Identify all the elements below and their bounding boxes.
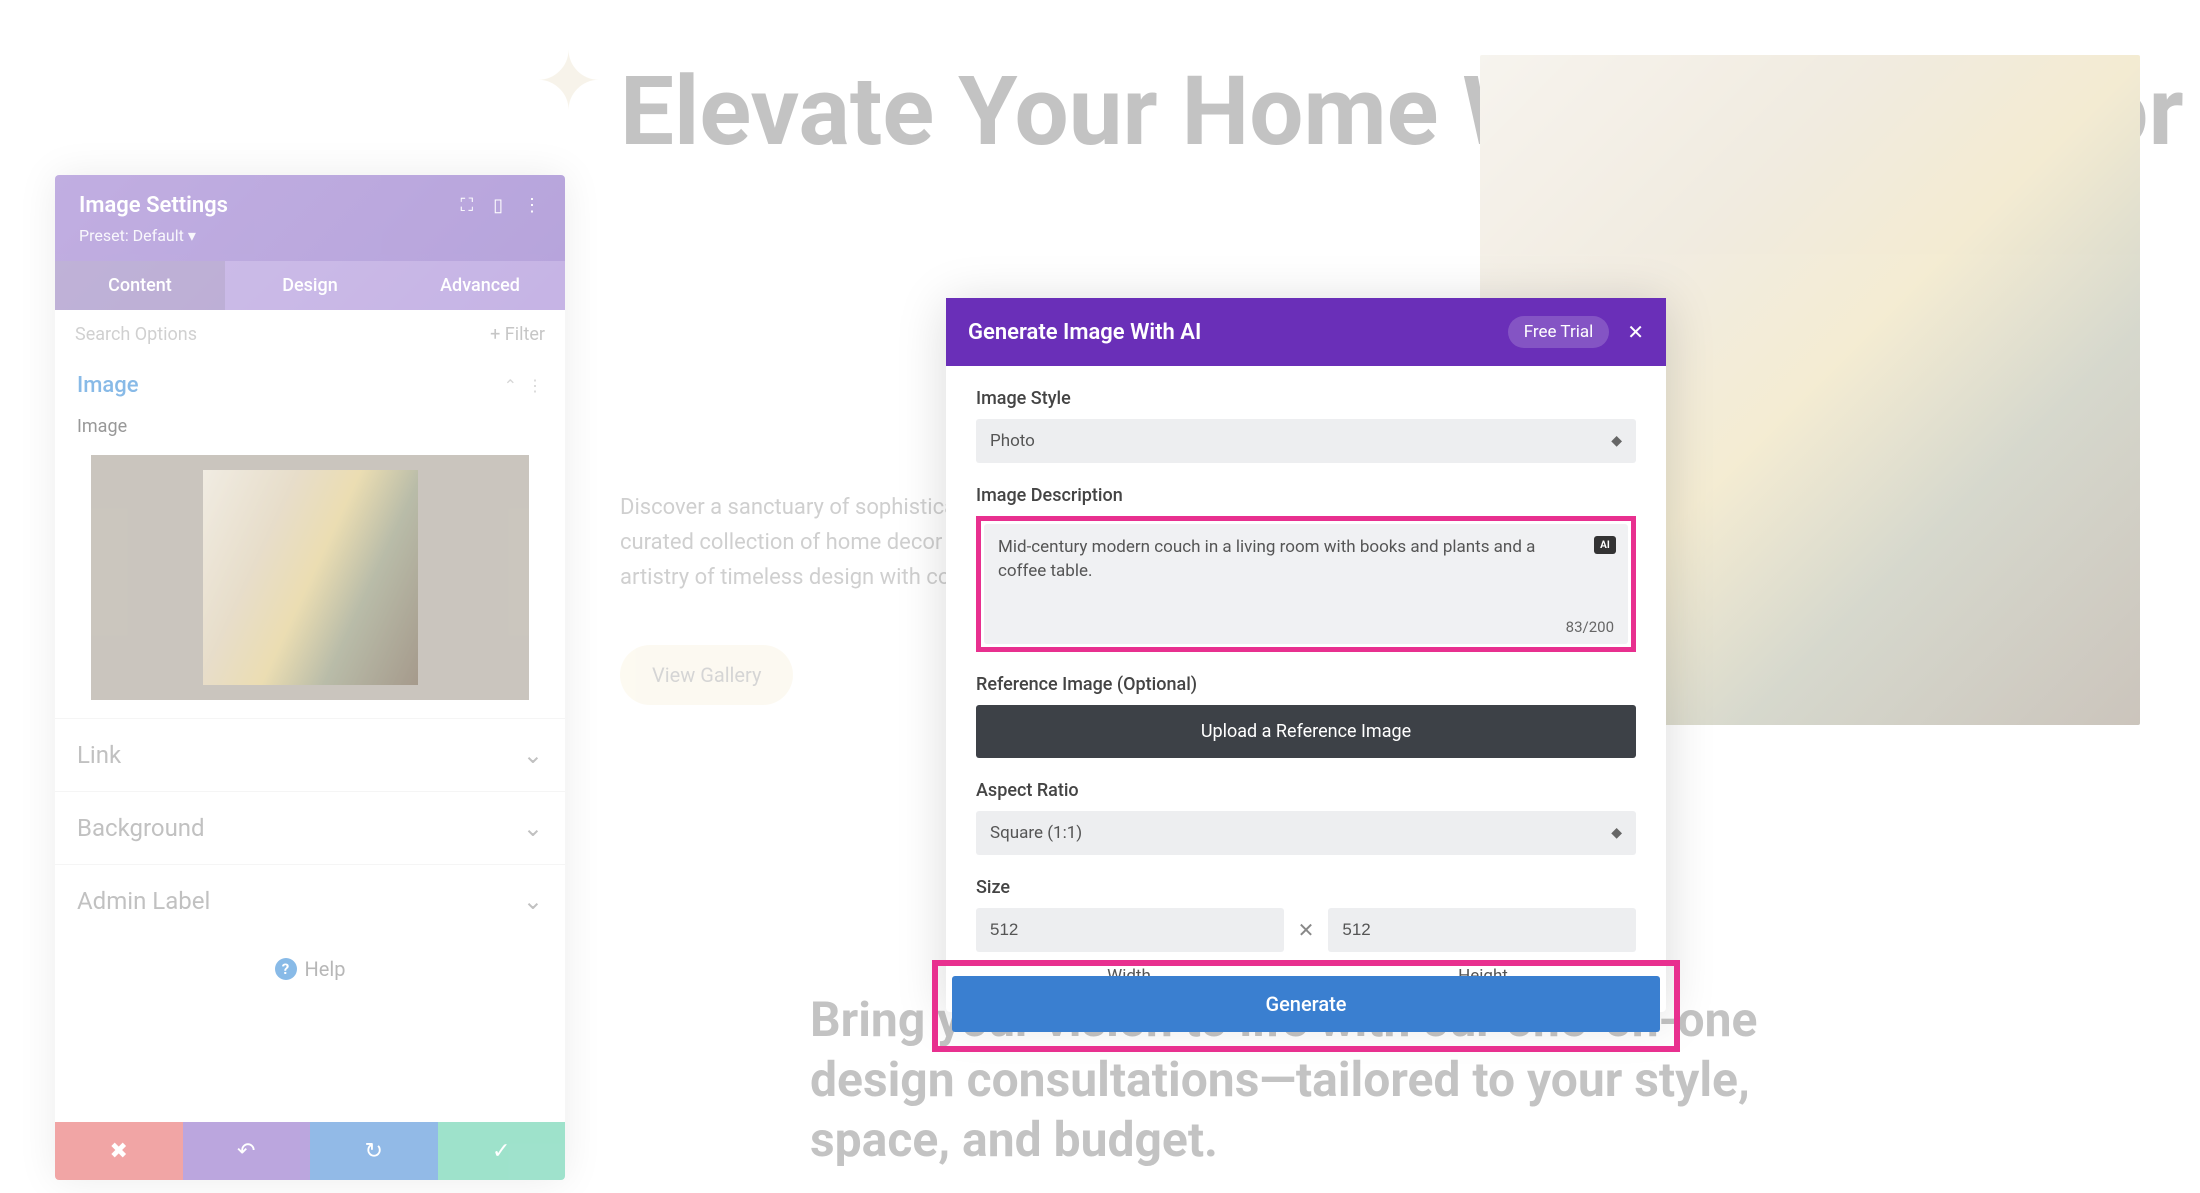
filter-button[interactable]: + Filter (490, 324, 545, 345)
expand-icon[interactable]: ⛶ (460, 195, 473, 216)
image-field-label: Image (55, 412, 565, 447)
image-style-label: Image Style (976, 388, 1636, 409)
kebab-icon[interactable]: ⋮ (523, 195, 541, 216)
undo-button[interactable]: ↶ (183, 1122, 311, 1180)
image-description-label: Image Description (976, 485, 1636, 506)
image-description-textarea[interactable]: Mid-century modern couch in a living roo… (984, 524, 1628, 644)
image-style-select[interactable]: Photo (976, 419, 1636, 463)
size-label: Size (976, 877, 1636, 898)
chevron-down-icon: ⌄ (523, 741, 543, 769)
reference-image-label: Reference Image (Optional) (976, 674, 1636, 695)
chevron-down-icon: ⌄ (523, 814, 543, 842)
preset-selector[interactable]: Preset: Default ▾ (79, 226, 541, 245)
generate-highlight: Generate (932, 960, 1680, 1052)
hero-title: Elevate Your Home With Divi Interior (620, 60, 2184, 166)
aspect-ratio-label: Aspect Ratio (976, 780, 1636, 801)
section-image-toggle[interactable]: Image (77, 373, 139, 398)
image-preview[interactable] (91, 455, 529, 700)
trial-badge: Free Trial (1508, 316, 1610, 348)
save-button[interactable]: ✓ (438, 1122, 566, 1180)
close-icon[interactable]: ✕ (1627, 320, 1644, 344)
generate-button[interactable]: Generate (952, 976, 1660, 1032)
tab-design[interactable]: Design (225, 261, 395, 310)
view-gallery-button[interactable]: View Gallery (620, 645, 793, 705)
section-admin-label[interactable]: Admin Label⌄ (55, 864, 565, 937)
help-link[interactable]: ?Help (55, 937, 565, 1001)
section-background[interactable]: Background⌄ (55, 791, 565, 864)
tab-advanced[interactable]: Advanced (395, 261, 565, 310)
upload-reference-button[interactable]: Upload a Reference Image (976, 705, 1636, 758)
width-input[interactable] (976, 908, 1284, 952)
aspect-ratio-select[interactable]: Square (1:1) (976, 811, 1636, 855)
tab-content[interactable]: Content (55, 261, 225, 310)
image-thumbnail (203, 470, 418, 685)
character-count: 83/200 (1566, 618, 1614, 636)
ai-badge-icon[interactable]: AI (1594, 536, 1616, 554)
chevron-up-icon[interactable]: ⌃ (504, 376, 517, 395)
modal-title: Generate Image With AI (968, 320, 1201, 345)
sparkle-icon: ✦ (535, 35, 602, 129)
help-icon: ? (275, 958, 297, 980)
cancel-button[interactable]: ✖ (55, 1122, 183, 1180)
panel-title: Image Settings (79, 193, 228, 218)
search-input[interactable]: Search Options (75, 324, 197, 345)
description-text: Mid-century modern couch in a living roo… (998, 536, 1614, 584)
section-kebab-icon[interactable]: ⋮ (527, 376, 543, 395)
section-link[interactable]: Link⌄ (55, 718, 565, 791)
image-settings-panel: Image Settings ⛶ ▯ ⋮ Preset: Default ▾ C… (55, 175, 565, 1180)
height-input[interactable] (1328, 908, 1636, 952)
chevron-down-icon: ⌄ (523, 887, 543, 915)
redo-button[interactable]: ↻ (310, 1122, 438, 1180)
tablet-icon[interactable]: ▯ (493, 195, 503, 216)
panel-header: Image Settings ⛶ ▯ ⋮ Preset: Default ▾ (55, 175, 565, 261)
times-icon: ✕ (1298, 918, 1315, 942)
description-highlight: Mid-century modern couch in a living roo… (976, 516, 1636, 652)
ai-generate-modal: Generate Image With AI Free Trial ✕ Imag… (946, 298, 1666, 1012)
